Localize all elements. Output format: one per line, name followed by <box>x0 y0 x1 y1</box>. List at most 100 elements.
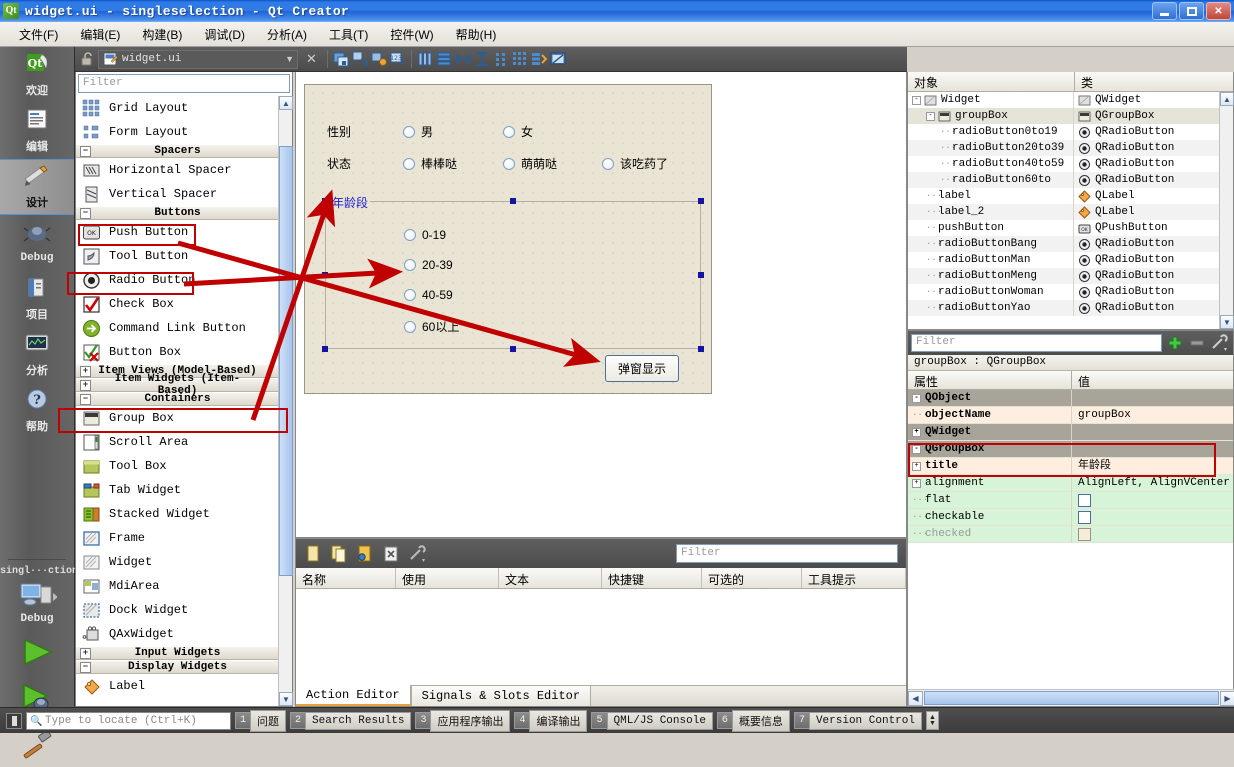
mode-projects[interactable]: 项目 <box>0 271 74 327</box>
locator-input[interactable]: 🔍 Type to locate (Ctrl+K) <box>26 711 231 730</box>
close-icon[interactable]: ✕ <box>1206 2 1231 20</box>
widget-item-command-link-button[interactable]: Command Link Button <box>76 316 278 340</box>
widget-item-form-layout[interactable]: Form Layout <box>76 120 278 144</box>
widget-category-buttons[interactable]: − Buttons <box>76 206 278 220</box>
widget-item-grid-layout[interactable]: Grid Layout <box>76 96 278 120</box>
widget-item-tool-box[interactable]: Tool Box <box>76 454 278 478</box>
configure-icon[interactable] <box>408 544 428 563</box>
layout-form-icon[interactable] <box>493 51 509 67</box>
selection-handle[interactable] <box>322 198 328 204</box>
widget-item-tab-widget[interactable]: Tab Widget <box>76 478 278 502</box>
object-tree-row[interactable]: ··· radioButtonWoman QRadioButton <box>908 284 1233 300</box>
widget-box-filter[interactable]: Filter <box>78 74 290 93</box>
form-label-status[interactable]: 状态 <box>327 155 351 172</box>
form-push-button[interactable]: 弹窗显示 <box>605 355 680 382</box>
selection-handle[interactable] <box>322 272 328 278</box>
plus-icon[interactable] <box>1166 334 1184 352</box>
layout-vertical-icon[interactable] <box>417 51 433 67</box>
mode-edit[interactable]: 编辑 <box>0 103 74 159</box>
chevron-right-icon[interactable]: ▶ <box>1220 690 1234 706</box>
form-radio-40to59[interactable]: 40-59 <box>404 288 453 302</box>
unlock-icon[interactable] <box>79 51 95 67</box>
property-row[interactable]: + QWidget <box>908 423 1233 441</box>
maximize-icon[interactable] <box>1179 2 1204 20</box>
widget-item-vertical-spacer[interactable]: Vertical Spacer <box>76 182 278 206</box>
output-pane-general-messages[interactable]: 6 概要信息 <box>716 709 790 732</box>
widget-item-tool-button[interactable]: Tool Button <box>76 244 278 268</box>
output-pane-version-control[interactable]: 7 Version Control <box>793 711 922 730</box>
object-tree-row[interactable]: ··· radioButton20to39 QRadioButton <box>908 140 1233 156</box>
property-row[interactable]: ··· objectName groupBox <box>908 406 1233 424</box>
break-layout-icon[interactable] <box>352 51 368 67</box>
object-tree-row[interactable]: ··· radioButtonMeng QRadioButton <box>908 268 1233 284</box>
kit-selector[interactable]: Debug <box>0 577 74 629</box>
object-tree-row[interactable]: ··· radioButtonYao QRadioButton <box>908 300 1233 316</box>
layout-grid-icon[interactable] <box>512 51 528 67</box>
form-radio-woman[interactable]: 女 <box>503 123 533 140</box>
property-checkbox[interactable] <box>1078 510 1091 524</box>
delete-action-icon[interactable] <box>382 545 400 563</box>
widget-item-mdi-area[interactable]: MdiArea <box>76 574 278 598</box>
output-pane-problems[interactable]: 1 问题 <box>235 709 287 732</box>
selection-handle[interactable] <box>698 198 704 204</box>
object-tree-row[interactable]: ··· label QLabel <box>908 188 1233 204</box>
form-radio-man[interactable]: 男 <box>403 123 433 140</box>
property-row[interactable]: ··· checked <box>908 525 1233 543</box>
form-label-gender[interactable]: 性别 <box>327 123 351 140</box>
widget-item-qax-widget[interactable]: QAxWidget <box>76 622 278 646</box>
edit-action-icon[interactable] <box>356 545 374 563</box>
form-editor-canvas[interactable]: 性别 状态 男 女 棒棒哒 萌萌哒 该吃药了 年龄段 0-19 20-39 40… <box>295 72 907 538</box>
widget-category-input-widgets[interactable]: + Input Widgets <box>76 646 278 660</box>
form-radio-0to19[interactable]: 0-19 <box>404 228 446 242</box>
menu-edit[interactable]: 编辑(E) <box>69 23 131 46</box>
form-radio-20to39[interactable]: 20-39 <box>404 258 453 272</box>
widget-item-widget[interactable]: Widget <box>76 550 278 574</box>
layout-horizontal-icon[interactable] <box>436 51 452 67</box>
form-radio-bang[interactable]: 棒棒哒 <box>403 155 457 172</box>
form-root-widget[interactable]: 性别 状态 男 女 棒棒哒 萌萌哒 该吃药了 年龄段 0-19 20-39 40… <box>304 84 712 394</box>
property-checkbox[interactable] <box>1078 493 1091 507</box>
output-pane-compile-output[interactable]: 4 编译输出 <box>514 709 588 732</box>
preview-icon[interactable] <box>550 51 566 67</box>
widget-item-button-box[interactable]: Button Box <box>76 340 278 364</box>
mode-debug[interactable]: Debug <box>0 215 74 271</box>
tab-action-editor[interactable]: Action Editor <box>296 685 411 706</box>
run-button[interactable] <box>0 629 74 675</box>
property-editor-filter[interactable]: Filter <box>911 334 1162 352</box>
open-file-combo[interactable]: widget.ui ▼ <box>98 49 298 69</box>
object-tree-row[interactable]: ··· radioButtonMan QRadioButton <box>908 252 1233 268</box>
layout-splitter-v-icon[interactable] <box>474 51 490 67</box>
hscroll-thumb[interactable] <box>924 691 1219 705</box>
menu-debug[interactable]: 调试(D) <box>193 23 256 46</box>
widget-category-containers[interactable]: − Containers <box>76 392 278 406</box>
mode-welcome[interactable]: Qt 欢迎 <box>0 47 74 103</box>
copy-action-icon[interactable] <box>330 545 348 563</box>
collapse-icon[interactable]: - <box>926 111 935 121</box>
adjust-size-icon[interactable] <box>333 51 349 67</box>
object-tree-row[interactable]: ··· label_2 QLabel <box>908 204 1233 220</box>
widget-item-scroll-area[interactable]: Scroll Area <box>76 430 278 454</box>
widget-item-stacked-widget[interactable]: Stacked Widget <box>76 502 278 526</box>
expand-icon[interactable]: + <box>912 427 921 437</box>
property-row[interactable]: ··· flat <box>908 491 1233 509</box>
selection-handle[interactable] <box>510 346 516 352</box>
selection-handle[interactable] <box>510 198 516 204</box>
scroll-thumb[interactable] <box>279 146 293 576</box>
layout-morph-icon[interactable] <box>531 51 547 67</box>
widget-box-scrollbar[interactable]: ▲ ▼ <box>278 96 293 706</box>
minus-icon[interactable] <box>1188 334 1206 352</box>
form-radio-60to[interactable]: 60以上 <box>404 318 459 335</box>
layout-splitter-h-icon[interactable] <box>455 51 471 67</box>
selection-handle[interactable] <box>698 272 704 278</box>
property-row[interactable]: ··· checkable <box>908 508 1233 526</box>
property-checkbox[interactable] <box>1078 527 1091 541</box>
collapse-icon[interactable]: - <box>912 95 921 105</box>
scroll-up-icon[interactable]: ▲ <box>279 96 293 110</box>
panel-toggle-icon[interactable] <box>6 712 22 729</box>
mode-design[interactable]: 设计 <box>0 159 74 215</box>
menu-widgets[interactable]: 控件(W) <box>379 23 444 46</box>
close-x-icon[interactable]: ✕ <box>301 51 322 67</box>
property-row[interactable]: + alignment AlignLeft, AlignVCenter <box>908 474 1233 492</box>
object-tree-row[interactable]: - Widget QWidget <box>908 92 1233 108</box>
collapse-icon[interactable]: - <box>912 393 921 403</box>
